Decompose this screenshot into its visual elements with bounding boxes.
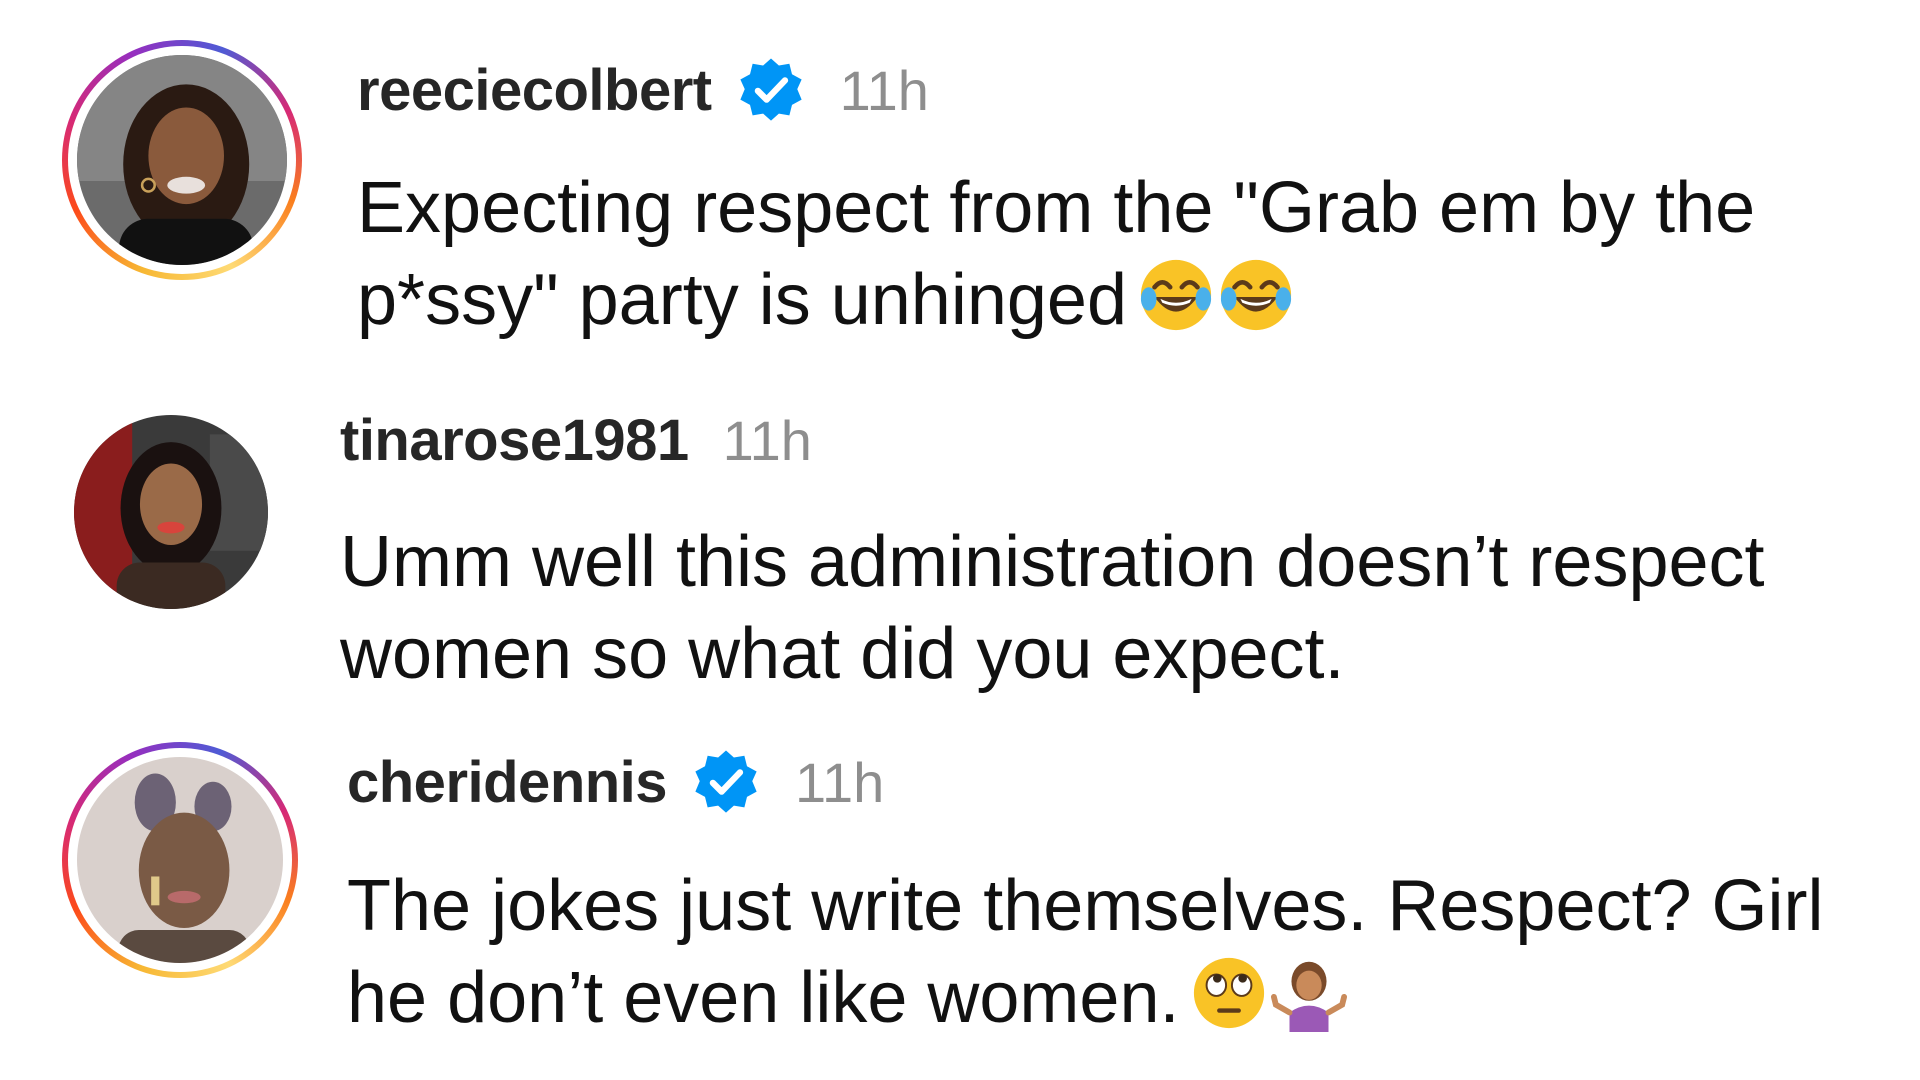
- comment-text: The jokes just write themselves. Respect…: [347, 866, 1824, 1038]
- comment-item: reeciecolbert 11h Expecting respect from…: [0, 0, 1920, 360]
- person-shrugging-icon: [1270, 954, 1348, 1032]
- username[interactable]: cheridennis: [347, 749, 668, 816]
- avatar[interactable]: [62, 742, 298, 978]
- timestamp: 11h: [795, 750, 885, 814]
- timestamp: 11h: [722, 408, 812, 472]
- comment-text-block: The jokes just write themselves. Respect…: [347, 860, 1867, 1044]
- avatar[interactable]: [62, 40, 302, 280]
- timestamp: 11h: [839, 58, 929, 122]
- face-with-rolling-eyes-icon: [1190, 954, 1268, 1032]
- comment-item: cheridennis 11h The jokes just write the…: [0, 720, 1920, 1080]
- comment-text-block: Expecting respect from the "Grab em by t…: [357, 162, 1917, 346]
- comment-text: Expecting respect from the "Grab em by t…: [357, 168, 1756, 340]
- face-with-tears-of-joy-icon: [1217, 256, 1295, 334]
- profile-photo: [74, 415, 268, 609]
- verified-badge-icon: [736, 55, 806, 125]
- comment-text: Umm well this administration doesn’t res…: [340, 522, 1765, 694]
- profile-photo: [77, 757, 283, 963]
- comment-text-block: Umm well this administration doesn’t res…: [340, 516, 1900, 700]
- username[interactable]: reeciecolbert: [357, 57, 712, 124]
- avatar[interactable]: [74, 415, 268, 609]
- comment-item: tinarose1981 11h Umm well this administr…: [0, 360, 1920, 720]
- username[interactable]: tinarose1981: [340, 407, 689, 474]
- face-with-tears-of-joy-icon: [1137, 256, 1215, 334]
- verified-badge-icon: [691, 747, 761, 817]
- profile-photo: [77, 55, 287, 265]
